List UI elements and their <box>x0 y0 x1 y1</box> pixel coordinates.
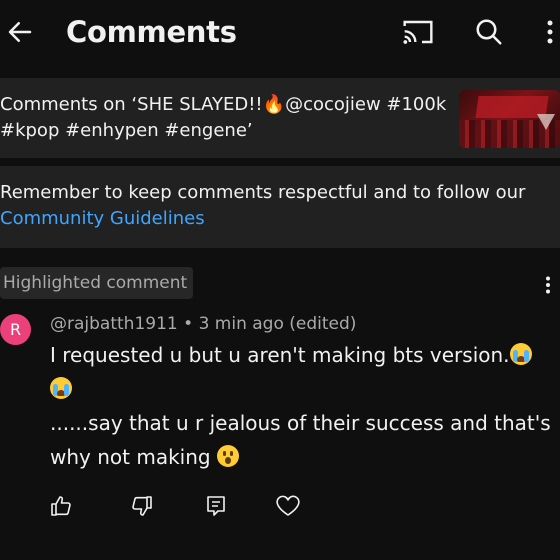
comment-line: why not making <box>50 440 550 474</box>
comment-line <box>50 372 550 406</box>
comment-body: I requested u but u aren't making bts ve… <box>50 338 551 474</box>
cast-button[interactable] <box>398 14 438 50</box>
more-options-button[interactable] <box>540 14 560 50</box>
reply-button[interactable] <box>198 488 234 524</box>
meta-separator: • <box>177 314 199 334</box>
comment-more-button[interactable] <box>538 270 558 300</box>
back-button[interactable] <box>4 12 36 52</box>
video-thumbnail[interactable] <box>459 90 560 148</box>
heart-button[interactable] <box>270 488 306 524</box>
reply-icon <box>207 496 225 516</box>
thumbnail-flag <box>537 114 555 130</box>
video-info-header[interactable]: Comments on ‘SHE SLAYED!!🔥@cocojiew #100… <box>0 78 560 158</box>
community-notice: Remember to keep comments respectful and… <box>0 166 560 248</box>
highlighted-comment-badge: Highlighted comment <box>0 267 194 299</box>
comment-author[interactable]: @rajbatth1911 <box>50 314 178 334</box>
comment-line: ......say that u r jealous of their succ… <box>50 406 551 440</box>
notice-message: Remember to keep comments respectful and… <box>0 182 526 203</box>
community-guidelines-link[interactable]: Community Guidelines <box>0 206 545 232</box>
video-title: Comments on ‘SHE SLAYED!!🔥@cocojiew #100… <box>0 92 448 144</box>
top-app-bar: Comments <box>0 0 560 64</box>
crying-emoji-icon <box>50 377 72 399</box>
notice-text: Remember to keep comments respectful and… <box>0 180 545 232</box>
cast-icon <box>403 20 433 44</box>
surprised-emoji-icon <box>216 445 239 467</box>
more-vert-icon <box>546 276 550 294</box>
video-title-line-1: Comments on ‘SHE SLAYED!!🔥@cocojiew #100… <box>0 94 447 115</box>
comment-meta: @rajbatth1911 • 3 min ago (edited) <box>50 312 356 336</box>
search-icon <box>476 19 502 45</box>
dislike-button[interactable] <box>124 488 160 524</box>
search-button[interactable] <box>470 12 508 52</box>
thumb-down-icon <box>132 496 152 516</box>
arrow-left-icon <box>8 22 32 42</box>
comment-actions <box>40 488 340 524</box>
comment-time: 3 min ago (edited) <box>198 314 357 334</box>
page-title: Comments <box>66 15 237 49</box>
comment-line-4: why not making <box>50 445 211 469</box>
more-vert-icon <box>547 20 553 44</box>
crying-emoji-icon <box>509 343 532 365</box>
video-title-line-2: #kpop #enhypen #engene’ <box>0 120 253 141</box>
like-button[interactable] <box>43 488 79 524</box>
comment-line-1: I requested u but u aren't making bts ve… <box>50 343 510 367</box>
avatar[interactable]: R <box>0 314 31 345</box>
comment-line-3: ......say that u r jealous of their succ… <box>50 411 551 435</box>
comment-line: I requested u but u aren't making bts ve… <box>50 338 550 372</box>
thumb-up-icon <box>51 496 71 516</box>
heart-icon <box>276 495 300 516</box>
